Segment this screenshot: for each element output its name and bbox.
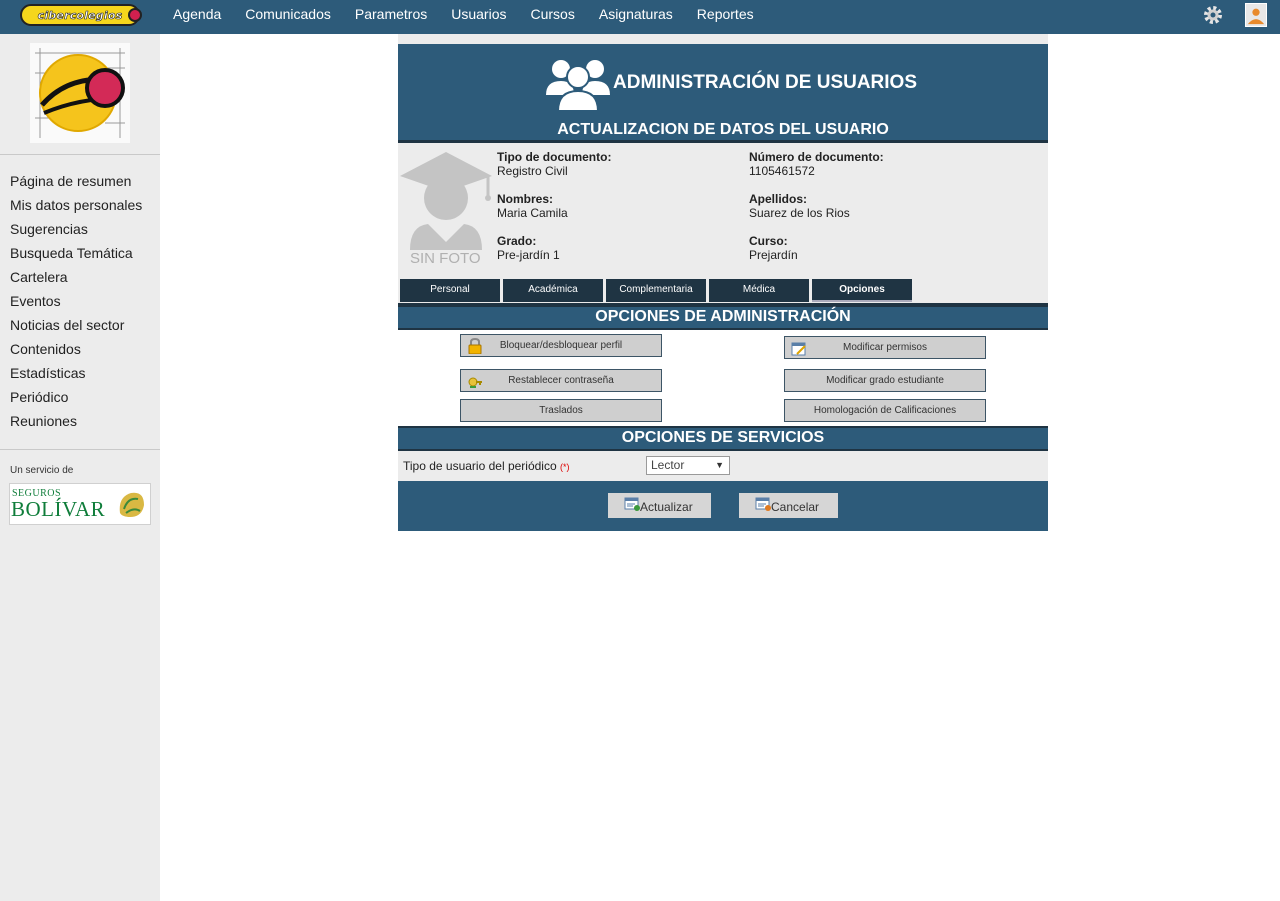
- numero-documento-label: Número de documento:: [749, 150, 884, 164]
- nav-cursos[interactable]: Cursos: [519, 0, 587, 28]
- sidebar-item-estadisticas[interactable]: Estadísticas: [10, 363, 142, 387]
- tipo-documento-value: Registro Civil: [497, 164, 568, 178]
- user-avatar-icon[interactable]: [1245, 3, 1267, 27]
- sidebar-divider: [0, 449, 160, 450]
- service-label: Un servicio de: [10, 465, 74, 476]
- cancel-form-icon: [755, 497, 771, 511]
- nombres-value: Maria Camila: [497, 206, 568, 220]
- tab-opciones[interactable]: Opciones: [812, 279, 912, 302]
- nombres-label: Nombres:: [497, 192, 554, 206]
- nav-comunicados[interactable]: Comunicados: [233, 0, 343, 28]
- curso-label: Curso:: [749, 234, 788, 248]
- restablecer-contrasena-button[interactable]: Restablecer contraseña: [460, 369, 662, 392]
- sidebar: Página de resumen Mis datos personales S…: [0, 34, 160, 901]
- tab-complementaria[interactable]: Complementaria: [606, 279, 706, 302]
- modificar-permisos-button[interactable]: Modificar permisos: [784, 336, 986, 359]
- user-admin-panel: ADMINISTRACIÓN DE USUARIOS ACTUALIZACION…: [398, 34, 1048, 531]
- tipo-documento-label: Tipo de documento:: [497, 150, 612, 164]
- key-refresh-icon: [468, 377, 482, 388]
- periodico-field-label: Tipo de usuario del periódico (*): [403, 459, 570, 473]
- form-actions: Actualizar Cancelar: [398, 481, 1048, 531]
- actualizar-label: Actualizar: [640, 500, 693, 514]
- page-title: ADMINISTRACIÓN DE USUARIOS: [613, 72, 918, 93]
- edit-document-icon: [791, 342, 806, 356]
- apellidos-label: Apellidos:: [749, 192, 808, 206]
- save-form-icon: [624, 497, 640, 511]
- bloquear-perfil-button[interactable]: Bloquear/desbloquear perfil: [460, 334, 662, 357]
- admin-options-area: Bloquear/desbloquear perfil Modificar pe…: [398, 330, 1048, 426]
- sidebar-item-noticias[interactable]: Noticias del sector: [10, 315, 142, 339]
- apellidos-field: Apellidos: Suarez de los Rios: [749, 192, 850, 220]
- user-photo-placeholder: SIN FOTO: [398, 146, 494, 270]
- section-subtitle: ACTUALIZACION DE DATOS DEL USUARIO: [557, 121, 889, 138]
- sponsor-emblem-icon: [119, 492, 144, 517]
- nav-usuarios[interactable]: Usuarios: [439, 0, 518, 28]
- bloquear-perfil-label: Bloquear/desbloquear perfil: [499, 340, 623, 351]
- tab-academica[interactable]: Académica: [503, 279, 603, 302]
- homologacion-label: Homologación de Calificaciones: [813, 405, 957, 416]
- nav-agenda[interactable]: Agenda: [161, 0, 233, 28]
- restablecer-contrasena-label: Restablecer contraseña: [508, 375, 614, 386]
- sidebar-item-cartelera[interactable]: Cartelera: [10, 267, 142, 291]
- nav-parametros[interactable]: Parametros: [343, 0, 439, 28]
- cancelar-label: Cancelar: [771, 500, 820, 514]
- modificar-grado-button[interactable]: Modificar grado estudiante: [784, 369, 986, 392]
- actualizar-button[interactable]: Actualizar: [608, 493, 711, 518]
- lock-icon: [468, 338, 482, 354]
- grado-label: Grado:: [497, 234, 537, 248]
- numero-documento-value: 1105461572: [749, 164, 815, 178]
- curso-field: Curso: Prejardín: [749, 234, 798, 262]
- traslados-label: Traslados: [539, 405, 583, 416]
- nav-asignaturas[interactable]: Asignaturas: [587, 0, 685, 28]
- chevron-down-icon: ▼: [715, 460, 724, 470]
- service-options-header: OPCIONES DE SERVICIOS: [398, 426, 1048, 451]
- app-logo[interactable]: cibercolegios: [20, 4, 142, 26]
- no-photo-label: SIN FOTO: [410, 250, 481, 267]
- sidebar-menu: Página de resumen Mis datos personales S…: [10, 171, 142, 435]
- logo-dot: [128, 8, 142, 22]
- school-logo: [30, 43, 130, 143]
- sidebar-item-eventos[interactable]: Eventos: [10, 291, 142, 315]
- traslados-button[interactable]: Traslados: [460, 399, 662, 422]
- top-bar: cibercolegios Agenda Comunicados Paramet…: [0, 0, 1280, 34]
- grado-field: Grado: Pre-jardín 1: [497, 234, 560, 262]
- curso-value: Prejardín: [749, 248, 798, 262]
- admin-options-header: OPCIONES DE ADMINISTRACIÓN: [398, 305, 1048, 330]
- apellidos-value: Suarez de los Rios: [749, 206, 850, 220]
- numero-documento-field: Número de documento: 1105461572: [749, 150, 884, 178]
- modificar-grado-label: Modificar grado estudiante: [826, 375, 944, 386]
- homologacion-button[interactable]: Homologación de Calificaciones: [784, 399, 986, 422]
- sidebar-item-datos-personales[interactable]: Mis datos personales: [10, 195, 142, 219]
- sidebar-item-busqueda[interactable]: Busqueda Temática: [10, 243, 142, 267]
- tab-personal[interactable]: Personal: [400, 279, 500, 302]
- sponsor-line2: BOLÍVAR: [11, 497, 106, 521]
- periodico-label-text: Tipo de usuario del periódico: [403, 459, 557, 473]
- periodico-row: Tipo de usuario del periódico (*) Lector…: [398, 451, 1048, 481]
- tab-medica[interactable]: Médica: [709, 279, 809, 302]
- periodico-select-value: Lector: [651, 458, 685, 472]
- sidebar-item-sugerencias[interactable]: Sugerencias: [10, 219, 142, 243]
- required-mark: (*): [560, 462, 570, 472]
- grado-value: Pre-jardín 1: [497, 248, 560, 262]
- gear-icon[interactable]: [1201, 3, 1225, 27]
- sidebar-item-reuniones[interactable]: Reuniones: [10, 411, 142, 435]
- modificar-permisos-label: Modificar permisos: [843, 342, 927, 353]
- top-nav: Agenda Comunicados Parametros Usuarios C…: [161, 0, 766, 28]
- tipo-documento-field: Tipo de documento: Registro Civil: [497, 150, 611, 178]
- profile-tabs: Personal Académica Complementaria Médica…: [400, 279, 915, 302]
- panel-header: ADMINISTRACIÓN DE USUARIOS ACTUALIZACION…: [398, 44, 1048, 143]
- sidebar-item-contenidos[interactable]: Contenidos: [10, 339, 142, 363]
- periodico-user-type-select[interactable]: Lector ▼: [646, 456, 730, 475]
- nombres-field: Nombres: Maria Camila: [497, 192, 568, 220]
- cancelar-button[interactable]: Cancelar: [739, 493, 838, 518]
- sidebar-item-resumen[interactable]: Página de resumen: [10, 171, 142, 195]
- nav-reportes[interactable]: Reportes: [685, 0, 766, 28]
- sidebar-divider: [0, 154, 160, 155]
- sidebar-item-periodico[interactable]: Periódico: [10, 387, 142, 411]
- sponsor-logo[interactable]: SEGUROS BOLÍVAR: [9, 483, 151, 525]
- users-group-icon: [546, 60, 610, 111]
- app-logo-text: cibercolegios: [37, 8, 123, 22]
